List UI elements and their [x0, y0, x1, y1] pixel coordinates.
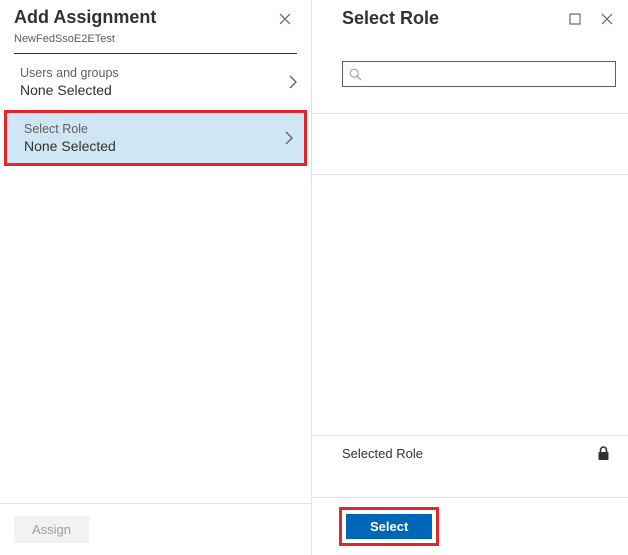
select-role-header: Select Role — [312, 0, 628, 37]
role-search-box[interactable] — [342, 61, 616, 87]
select-button-highlight: Select — [342, 510, 436, 543]
select-role-footer: Select — [312, 498, 628, 555]
chevron-right-icon — [285, 131, 293, 145]
users-and-groups-value: None Selected — [20, 82, 119, 98]
close-icon — [279, 13, 291, 25]
selected-role-label: Selected Role — [342, 446, 423, 461]
add-assignment-panel: Add Assignment NewFedSsoE2ETest Users an… — [0, 0, 312, 555]
close-add-assignment-button[interactable] — [273, 7, 297, 31]
add-assignment-title: Add Assignment — [14, 7, 156, 28]
select-button[interactable]: Select — [346, 514, 432, 539]
add-assignment-footer: Assign — [0, 503, 311, 555]
add-assignment-subtitle: NewFedSsoE2ETest — [0, 33, 311, 53]
select-role-title: Select Role — [342, 8, 439, 29]
users-and-groups-item[interactable]: Users and groups None Selected — [0, 54, 311, 110]
maximize-button[interactable] — [566, 10, 584, 28]
close-select-role-button[interactable] — [598, 10, 616, 28]
lock-icon — [597, 446, 610, 461]
select-role-value: None Selected — [24, 138, 116, 154]
assignment-steps-list: Users and groups None Selected Select Ro… — [0, 54, 311, 166]
select-role-panel: Select Role Selected Role — [312, 0, 628, 555]
maximize-icon — [569, 13, 581, 25]
role-search-input[interactable] — [368, 67, 609, 82]
search-icon — [349, 68, 362, 81]
select-role-item[interactable]: Select Role None Selected — [4, 110, 307, 166]
close-icon — [601, 13, 613, 25]
select-role-label: Select Role — [24, 122, 116, 136]
selected-role-row: Selected Role — [312, 435, 628, 498]
role-results-area — [312, 113, 628, 175]
users-and-groups-label: Users and groups — [20, 66, 119, 80]
chevron-right-icon — [289, 75, 297, 89]
assign-button[interactable]: Assign — [14, 516, 89, 543]
add-assignment-header: Add Assignment — [0, 0, 311, 33]
